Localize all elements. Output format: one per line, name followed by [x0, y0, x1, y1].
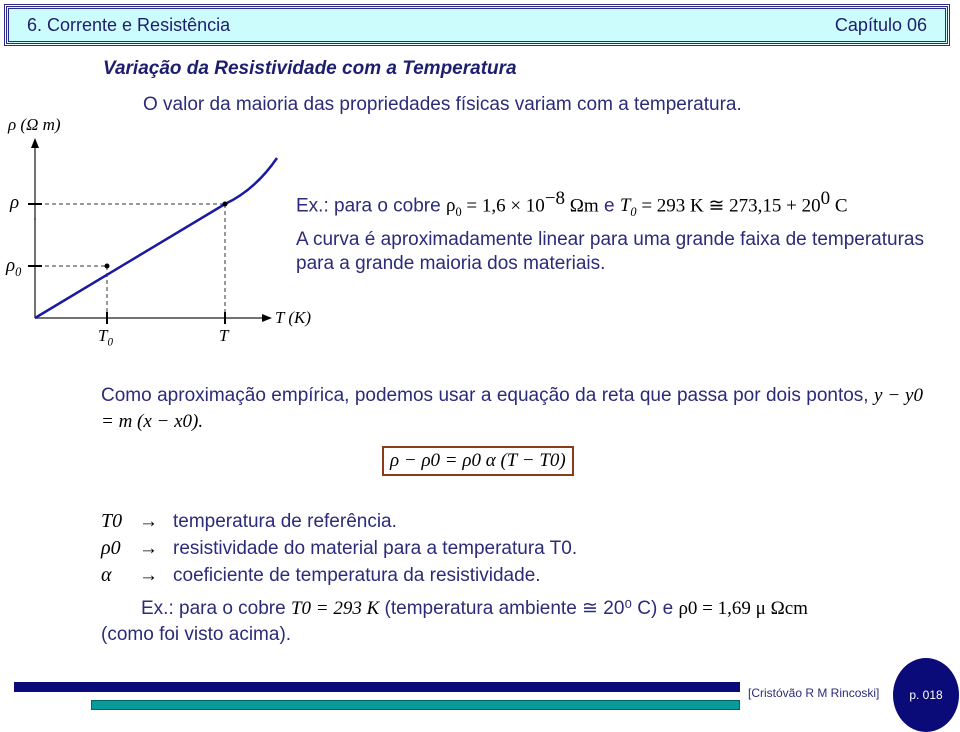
example-copper-2: Ex.: para o cobre T0 = 293 K (temperatur…	[101, 596, 923, 648]
definition-item: T0 → temperatura de referência.	[101, 508, 577, 535]
connector: e	[598, 195, 620, 217]
definition-item: α → coeficiente de temperatura da resist…	[101, 562, 577, 589]
definition-text: coeficiente de temperatura da resistivid…	[173, 565, 541, 586]
y-axis-arrow-icon	[31, 138, 39, 148]
page-badge: p. 018	[893, 658, 959, 732]
rho0-value: = 1,6 × 10	[461, 195, 545, 217]
x-axis-arrow-icon	[262, 314, 272, 322]
footer-bar-navy	[14, 682, 740, 692]
T-tick-label: T	[219, 326, 229, 345]
T0-tick-label: T0	[98, 326, 113, 349]
rho0-symbol: ρ0	[445, 195, 462, 220]
arrow-icon: →	[139, 511, 158, 532]
definitions-list: T0 → temperatura de referência. ρ0 → res…	[101, 508, 577, 589]
boxed-equation: ρ − ρ0 = ρ0 α (T − T0)	[382, 446, 574, 476]
rho0-tick-label: ρ0	[6, 255, 22, 279]
example2-middle: (temperatura ambiente ≅ 20⁰ C) e	[379, 598, 679, 619]
author-credit: [Cristóvão R M Rincoski]	[748, 686, 880, 700]
example2-T0: T0 = 293 K	[290, 598, 380, 619]
celsius: C	[830, 195, 848, 217]
point-T-rho	[222, 201, 228, 207]
definition-text: resistividade do material para a tempera…	[173, 538, 578, 559]
degree: 0	[820, 188, 831, 209]
arrow-icon: →	[139, 565, 158, 586]
chapter-title: 6. Corrente e Resistência	[27, 15, 231, 35]
footer-bar-teal	[91, 700, 740, 710]
example2-prefix: Ex.: para o cobre	[141, 598, 291, 619]
empirical-paragraph: Como aproximação empírica, podemos usar …	[101, 383, 923, 435]
example2-suffix: (como foi visto acima).	[101, 624, 292, 645]
chapter-number: Capítulo 06	[834, 15, 927, 35]
example1-prefix: Ex.: para o cobre	[296, 195, 446, 217]
x-axis-label: T (K)	[275, 308, 312, 327]
definition-text: temperatura de referência.	[173, 511, 397, 532]
page-number: p. 018	[909, 688, 943, 702]
boxed-equation-text: ρ − ρ0 = ρ0 α (T − T0)	[390, 450, 566, 471]
example2-rho0: ρ0 = 1,69 μ Ωcm	[678, 598, 808, 619]
definition-symbol: α	[101, 564, 112, 586]
linear-curve-paragraph: A curva é aproximadamente linear para um…	[296, 229, 924, 274]
unit: Ωm	[565, 195, 599, 217]
section-title: Variação da Resistividade com a Temperat…	[103, 58, 517, 79]
example-copper-1: Ex.: para o cobre ρ0 = 1,6 × 10−8 Ωm e T…	[296, 188, 848, 220]
rho-tick-label: ρ	[10, 192, 20, 213]
y-axis-label: ρ (Ω m)	[8, 115, 61, 134]
T0-symbol: T0	[619, 195, 637, 220]
definition-symbol: T0	[101, 510, 123, 532]
T0-value: = 293 K ≅ 273,15 + 20	[636, 195, 821, 217]
definition-item: ρ0 → resistividade do material para a te…	[101, 535, 577, 562]
chapter-header: 6. Corrente e Resistência Capítulo 06	[4, 4, 950, 46]
resistivity-graph: ρ (Ω m) ρ ρ0 T0 T T (K)	[0, 110, 340, 350]
empirical-text: Como aproximação empírica, podemos usar …	[101, 385, 875, 406]
definition-symbol: ρ0	[101, 537, 121, 559]
exponent: −8	[544, 188, 566, 209]
resistivity-curve	[34, 157, 279, 320]
arrow-icon: →	[139, 538, 158, 559]
point-T0-rho0	[104, 263, 110, 269]
